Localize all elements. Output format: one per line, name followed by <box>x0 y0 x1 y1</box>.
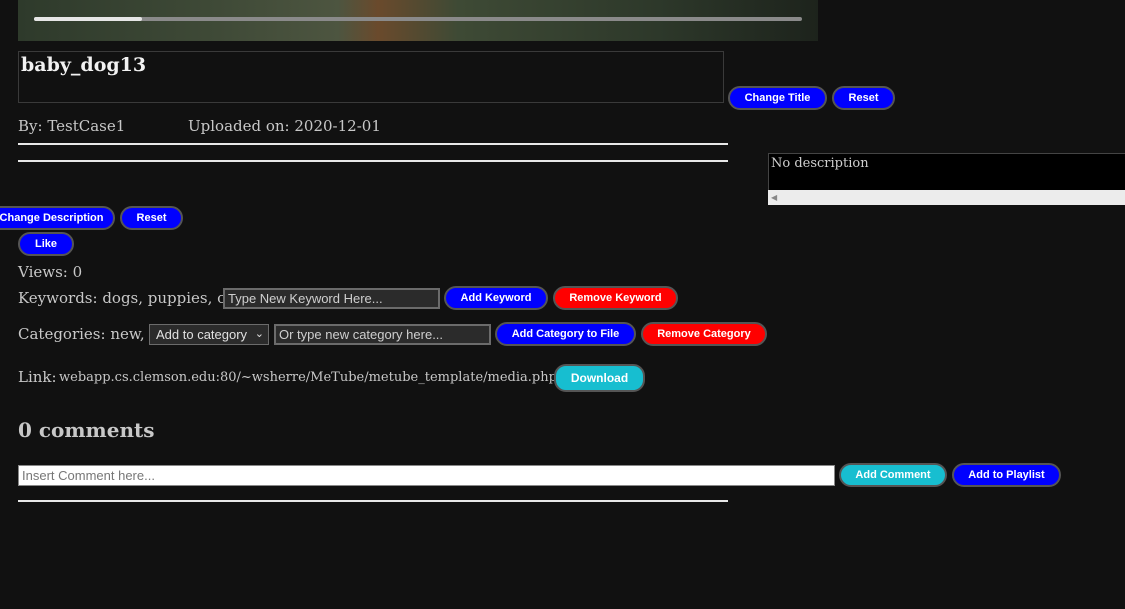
link-label: Link: <box>18 368 57 386</box>
category-select-value: Add to category <box>156 327 248 342</box>
like-button[interactable]: Like <box>18 232 74 256</box>
divider <box>18 160 728 162</box>
add-comment-button[interactable]: Add Comment <box>839 463 947 487</box>
divider <box>18 500 728 502</box>
chevron-down-icon: ⌄ <box>254 327 264 340</box>
keyword-input[interactable] <box>223 288 440 309</box>
divider <box>18 143 728 145</box>
change-description-button[interactable]: Change Description <box>0 206 115 230</box>
keywords-label: Keywords: dogs, puppies, cute, <box>18 289 255 307</box>
category-input[interactable] <box>274 324 491 345</box>
scroll-left-icon[interactable]: ◀ <box>771 190 777 205</box>
upload-date: Uploaded on: 2020-12-01 <box>188 117 381 135</box>
category-select[interactable]: Add to category ⌄ <box>149 324 269 345</box>
media-title: baby_dog13 <box>21 54 147 76</box>
change-title-button[interactable]: Change Title <box>728 86 827 110</box>
description-scrollbar[interactable] <box>768 190 1125 205</box>
description-text: No description <box>771 156 869 171</box>
uploader-label: By: TestCase1 <box>18 117 126 135</box>
comments-heading: 0 comments <box>18 418 155 442</box>
remove-keyword-button[interactable]: Remove Keyword <box>553 286 678 310</box>
reset-title-button[interactable]: Reset <box>832 86 895 110</box>
add-category-button[interactable]: Add Category to File <box>495 322 636 346</box>
video-seek-bar[interactable] <box>34 17 802 21</box>
add-keyword-button[interactable]: Add Keyword <box>444 286 548 310</box>
remove-category-button[interactable]: Remove Category <box>641 322 767 346</box>
add-to-playlist-button[interactable]: Add to Playlist <box>952 463 1061 487</box>
views-count: Views: 0 <box>18 263 83 281</box>
media-link[interactable]: webapp.cs.clemson.edu:80/~wsherre/MeTube… <box>59 370 604 385</box>
download-button[interactable]: Download <box>554 364 645 392</box>
video-seek-progress <box>34 17 142 21</box>
reset-description-button[interactable]: Reset <box>120 206 183 230</box>
comment-input[interactable] <box>18 465 835 486</box>
categories-label: Categories: new, <box>18 325 145 343</box>
